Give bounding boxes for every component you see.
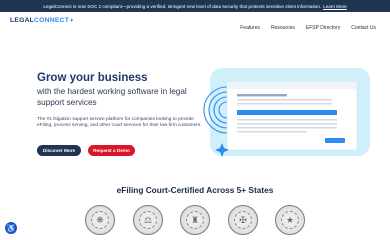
seal-emblem-icon: ✠ bbox=[234, 211, 252, 229]
seal-emblem-icon: ♜ bbox=[186, 211, 204, 229]
state-seal-1: ❋ bbox=[85, 205, 115, 235]
state-seal-4: ✠ bbox=[228, 205, 258, 235]
mockup-text-line bbox=[237, 99, 332, 101]
mockup-text-line bbox=[237, 119, 337, 121]
state-seal-2: ⚖ bbox=[133, 205, 163, 235]
mockup-text-line bbox=[237, 131, 307, 133]
top-navigation: LEGAL CONNECT ✦ Features Resources EFSP Di… bbox=[0, 12, 390, 42]
nav-resources-link[interactable]: Resources bbox=[271, 25, 295, 31]
discover-more-button[interactable]: Discover More bbox=[37, 145, 81, 156]
mockup-text-line bbox=[237, 123, 337, 125]
legalconnect-logo[interactable]: LEGAL CONNECT ✦ bbox=[10, 17, 74, 24]
hero-subtitle: with the hardest working software in leg… bbox=[37, 87, 187, 107]
certified-states-heading: eFiling Court-Certified Across 5+ States bbox=[116, 185, 274, 195]
hero-description: The #1 litigation support service platfo… bbox=[37, 117, 202, 129]
seal-emblem-icon: ⚖ bbox=[139, 211, 157, 229]
learn-more-link[interactable]: Learn More bbox=[323, 4, 347, 9]
logo-sparkle-icon: ✦ bbox=[69, 17, 74, 24]
mockup-heading-line bbox=[237, 94, 287, 97]
announcement-banner: LegalConnect is now SOC 2 compliant—prov… bbox=[0, 0, 390, 12]
logo-text-connect: CONNECT bbox=[34, 17, 70, 24]
accessibility-icon[interactable]: ♿ bbox=[5, 222, 17, 234]
state-seal-5: ★ bbox=[275, 205, 305, 235]
nav-efsp-directory-link[interactable]: EFSP Directory bbox=[306, 25, 340, 31]
nav-features-link[interactable]: Features bbox=[240, 25, 260, 31]
hero-title: Grow your business bbox=[37, 72, 148, 84]
state-seal-3: ♜ bbox=[180, 205, 210, 235]
mockup-selected-row bbox=[237, 110, 337, 115]
mockup-text-line bbox=[237, 103, 332, 105]
seal-emblem-icon: ❋ bbox=[91, 211, 109, 229]
mockup-button bbox=[325, 138, 345, 143]
nav-contact-us-link[interactable]: Contact Us bbox=[351, 25, 376, 31]
hero-illustration bbox=[203, 68, 370, 157]
seal-emblem-icon: ★ bbox=[281, 211, 299, 229]
nav-links: Features Resources EFSP Directory Contac… bbox=[240, 25, 376, 31]
logo-text-legal: LEGAL bbox=[10, 17, 35, 24]
request-demo-button[interactable]: Request a Demo bbox=[88, 145, 135, 156]
banner-text: LegalConnect is now SOC 2 compliant—prov… bbox=[43, 3, 322, 9]
mockup-text-line bbox=[237, 127, 337, 129]
mockup-header bbox=[227, 82, 357, 89]
